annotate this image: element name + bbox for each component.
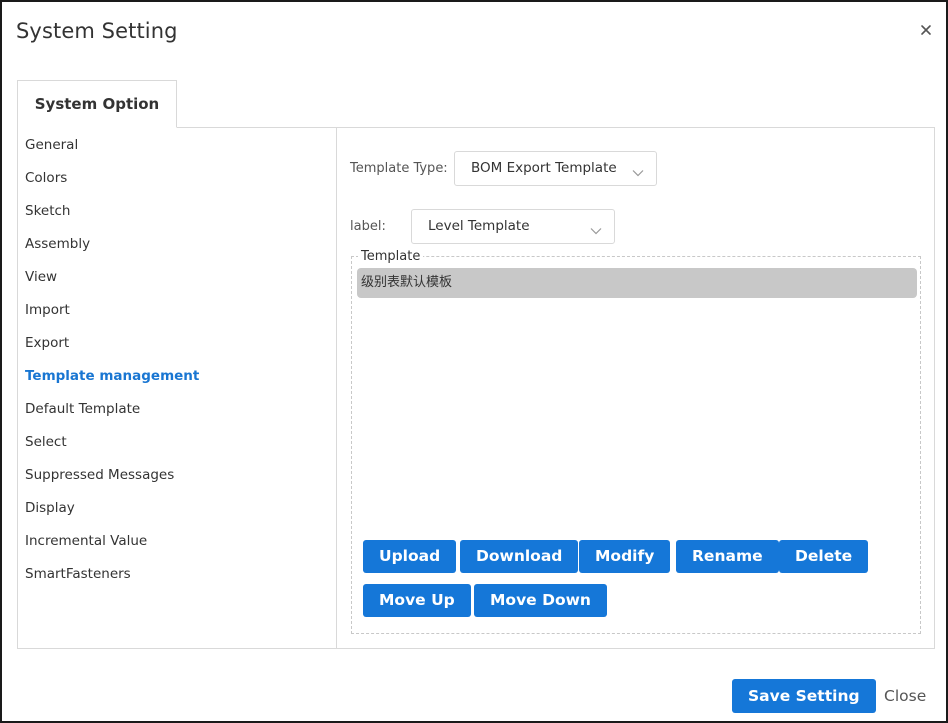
sidebar-item-export[interactable]: Export xyxy=(25,332,69,354)
template-list-item[interactable]: 级别表默认模板 xyxy=(357,268,917,298)
label-value: Level Template xyxy=(428,218,530,234)
template-type-value: BOM Export Template xyxy=(471,160,617,176)
template-type-select[interactable]: BOM Export Template xyxy=(454,151,657,186)
chevron-down-icon xyxy=(632,163,644,177)
settings-panel: General Colors Sketch Assembly View Impo… xyxy=(17,127,935,649)
template-legend: Template xyxy=(358,249,424,264)
template-type-label: Template Type: xyxy=(350,161,448,176)
dialog-title: System Setting xyxy=(16,19,178,43)
close-icon[interactable] xyxy=(918,22,934,38)
settings-sidebar: General Colors Sketch Assembly View Impo… xyxy=(18,127,337,648)
sidebar-item-view[interactable]: View xyxy=(25,266,57,288)
template-fieldset: Template 级别表默认模板 Upload Download Modify … xyxy=(351,249,921,634)
move-up-button[interactable]: Move Up xyxy=(363,584,471,617)
sidebar-item-smartfasteners[interactable]: SmartFasteners xyxy=(25,563,131,585)
move-down-button[interactable]: Move Down xyxy=(474,584,607,617)
system-setting-dialog: System Setting System Option General Col… xyxy=(0,0,948,723)
upload-button[interactable]: Upload xyxy=(363,540,457,573)
download-button[interactable]: Download xyxy=(460,540,579,573)
label-field-label: label: xyxy=(350,219,386,234)
sidebar-item-assembly[interactable]: Assembly xyxy=(25,233,90,255)
tab-system-option[interactable]: System Option xyxy=(17,80,177,128)
template-management-content: Template Type: BOM Export Template label… xyxy=(337,127,935,648)
save-setting-button[interactable]: Save Setting xyxy=(732,679,876,713)
modify-button[interactable]: Modify xyxy=(579,540,671,573)
chevron-down-icon xyxy=(590,221,602,235)
label-select[interactable]: Level Template xyxy=(411,209,615,244)
sidebar-item-default-template[interactable]: Default Template xyxy=(25,398,140,420)
sidebar-item-sketch[interactable]: Sketch xyxy=(25,200,70,222)
rename-button[interactable]: Rename xyxy=(676,540,779,573)
sidebar-item-template-management[interactable]: Template management xyxy=(25,365,199,387)
sidebar-item-colors[interactable]: Colors xyxy=(25,167,67,189)
sidebar-item-general[interactable]: General xyxy=(25,134,78,156)
sidebar-item-select[interactable]: Select xyxy=(25,431,67,453)
sidebar-item-incremental-value[interactable]: Incremental Value xyxy=(25,530,147,552)
sidebar-item-import[interactable]: Import xyxy=(25,299,70,321)
tab-bar: System Option xyxy=(17,80,935,128)
sidebar-item-suppressed-messages[interactable]: Suppressed Messages xyxy=(25,464,174,486)
delete-button[interactable]: Delete xyxy=(779,540,869,573)
close-button[interactable]: Close xyxy=(870,679,940,713)
sidebar-item-display[interactable]: Display xyxy=(25,497,75,519)
